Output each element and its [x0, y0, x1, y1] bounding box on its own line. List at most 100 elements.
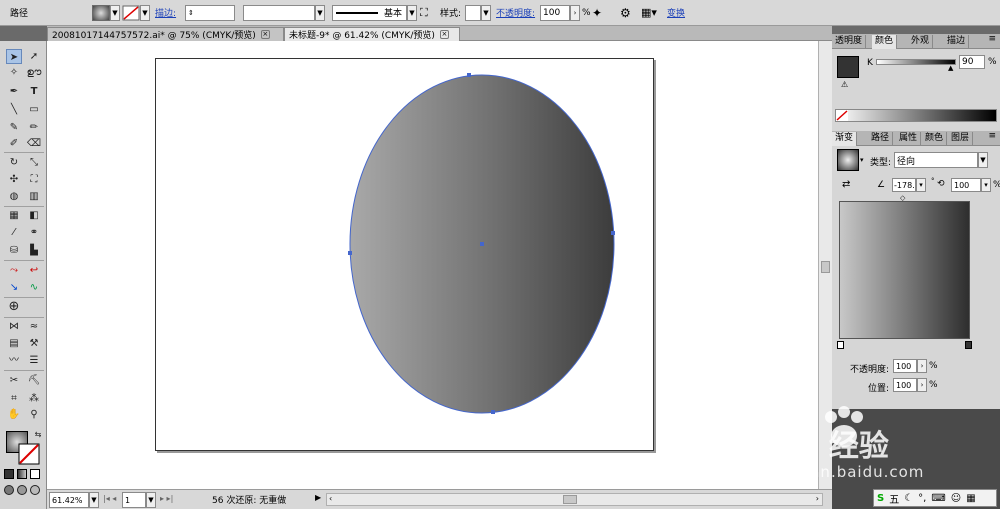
align-icon[interactable]: ▦▾	[641, 4, 657, 21]
panel-menu-icon[interactable]: ≡	[988, 34, 996, 44]
live-paint-icon[interactable]: ⛏	[26, 373, 42, 388]
curve-tool-icon[interactable]: ↩	[26, 263, 42, 278]
center-point[interactable]	[480, 242, 484, 246]
reverse-gradient-icon[interactable]: ⇄	[842, 179, 850, 190]
close-icon[interactable]: ×	[439, 30, 449, 39]
tab-appearance[interactable]: 外观	[908, 35, 934, 49]
list-tool-icon[interactable]: ☰	[26, 353, 42, 368]
stroke-weight-input[interactable]: ⇕	[185, 4, 235, 21]
tab-pathfinder[interactable]: 路径	[868, 132, 894, 146]
gear-icon[interactable]: ⚙	[620, 4, 631, 21]
tab-gradient[interactable]: 渐变	[832, 132, 858, 146]
gradient-stop-end[interactable]	[965, 341, 972, 349]
rectangle-tool-icon[interactable]: ▭	[26, 102, 42, 117]
tab-stroke[interactable]: 描边	[944, 35, 970, 49]
free-transform-icon[interactable]: ⛶	[26, 172, 42, 187]
scale-tool-icon[interactable]: ⤡	[26, 155, 42, 170]
chart-line-icon[interactable]: 〰	[6, 353, 22, 368]
anchor-point[interactable]	[348, 251, 352, 255]
scroll-thumb[interactable]	[821, 261, 830, 273]
draw-behind-icon[interactable]	[17, 485, 27, 495]
transform-link-text[interactable]: 变换	[667, 6, 685, 19]
k-value-field[interactable]: 90	[959, 55, 985, 69]
transform-link[interactable]: 变换	[667, 4, 685, 21]
moon-icon[interactable]: ☾	[904, 493, 913, 504]
anchor-point[interactable]	[467, 73, 471, 77]
chevron-left-icon[interactable]: ‹	[329, 494, 332, 503]
swap-icon[interactable]: ⇆	[30, 427, 46, 442]
first-page-icon[interactable]: |◂ ◂	[103, 494, 116, 503]
mesh-tool-icon[interactable]: ▦	[6, 208, 22, 223]
warp-tool-icon[interactable]: ✣	[6, 172, 22, 187]
recolor-icon[interactable]: ✦	[592, 4, 602, 21]
slice-tool-icon[interactable]: ✂	[6, 373, 22, 388]
brush-preset[interactable]: 基本 ▼	[332, 4, 417, 21]
draw-normal-icon[interactable]	[4, 485, 14, 495]
none-mode-icon[interactable]	[30, 469, 40, 479]
type-select[interactable]: 径向 ▼	[894, 152, 988, 168]
pencil-icon[interactable]: ✏	[26, 120, 42, 135]
tab-document-1[interactable]: 20081017144757572.ai* @ 75% (CMYK/预览) ×	[47, 27, 284, 41]
chevron-right-icon[interactable]: ›	[917, 378, 927, 392]
chevron-down-icon[interactable]: ▾	[860, 156, 864, 164]
chevron-down-icon[interactable]: ▾	[981, 178, 991, 192]
pattern-tool-icon[interactable]: ⚒	[26, 336, 42, 351]
variable-width-input[interactable]	[243, 4, 315, 21]
blend-tool-icon[interactable]: ⚭	[26, 225, 42, 240]
artboard-icon[interactable]: ⛶	[420, 4, 428, 21]
chevron-down-icon[interactable]: ▼	[110, 4, 120, 21]
grid-icon[interactable]: ▦	[966, 493, 975, 504]
chevron-down-icon[interactable]: ▼	[978, 152, 988, 168]
chevron-down-icon[interactable]: ▼	[407, 4, 417, 21]
width-tool-icon[interactable]: ⤳	[6, 263, 22, 278]
magic-wand-icon[interactable]: ✧	[6, 65, 22, 80]
stroke-color-box[interactable]	[18, 443, 40, 465]
zoom-field[interactable]: 61.42% ▼	[49, 492, 99, 508]
none-swatch-icon[interactable]	[836, 110, 848, 121]
anchor-point[interactable]	[491, 410, 495, 414]
keyboard-icon[interactable]: ⌨	[931, 493, 945, 504]
zoom-tool-icon[interactable]: ⚲	[26, 407, 42, 422]
k-slider[interactable]	[876, 59, 956, 65]
stroke-weight-field[interactable]: ⇕	[185, 4, 235, 21]
chevron-down-icon[interactable]: ▼	[315, 4, 325, 21]
eraser-icon[interactable]: ⌫	[26, 136, 42, 151]
ellipse-shape[interactable]	[345, 70, 620, 418]
ime-mode[interactable]: 五	[889, 491, 899, 506]
close-icon[interactable]: ×	[260, 30, 270, 39]
ime-logo-icon[interactable]: S	[877, 493, 884, 504]
pen-tool-icon[interactable]: ✒	[6, 84, 22, 99]
color-swatch[interactable]	[837, 56, 859, 78]
user-icon[interactable]: ☺	[951, 493, 961, 504]
chevron-down-icon[interactable]: ▾	[916, 178, 926, 192]
opacity-field[interactable]: 100 › %	[540, 4, 591, 21]
tab-color-2[interactable]: 颜色	[922, 132, 948, 146]
anchor-tool-icon[interactable]: ↘	[6, 280, 22, 295]
selection-tool-icon[interactable]: ➤	[6, 49, 22, 64]
paintbrush-icon[interactable]: ✎	[6, 120, 22, 135]
opacity-link-text[interactable]: 不透明度:	[496, 6, 535, 19]
stroke-link[interactable]: 描边:	[155, 4, 176, 21]
scroll-thumb[interactable]	[563, 495, 577, 504]
chevron-right-icon[interactable]: ›	[816, 494, 819, 503]
perspective-grid-icon[interactable]: ▥	[26, 189, 42, 204]
target-tool-icon[interactable]: ⊕	[6, 299, 22, 314]
out-of-gamut-icon[interactable]: ⚠	[841, 80, 848, 89]
horizontal-scrollbar[interactable]: ‹ ›	[326, 493, 823, 506]
gradient-mode-icon[interactable]	[17, 469, 27, 479]
gradient-tool-icon[interactable]: ◧	[26, 208, 42, 223]
tab-attributes[interactable]: 属性	[896, 132, 922, 146]
style-picker[interactable]: ▼	[465, 4, 491, 21]
tab-color[interactable]: 颜色	[872, 35, 898, 49]
type-tool-icon[interactable]: T	[26, 84, 42, 99]
status-menu-icon[interactable]: ▶	[315, 493, 321, 502]
stroke-swatch[interactable]: ▼	[122, 4, 150, 21]
draw-inside-icon[interactable]	[30, 485, 40, 495]
knife-tool-icon[interactable]: ⁂	[26, 391, 42, 406]
smooth-tool-icon[interactable]: ∿	[26, 280, 42, 295]
eyedropper-icon[interactable]: ⁄	[6, 225, 22, 240]
wave-tool-icon[interactable]: ≈	[26, 319, 42, 334]
opacity-link[interactable]: 不透明度:	[496, 4, 535, 21]
brush-preset-box[interactable]: 基本	[332, 4, 407, 21]
chevron-down-icon[interactable]: ▼	[89, 492, 99, 508]
